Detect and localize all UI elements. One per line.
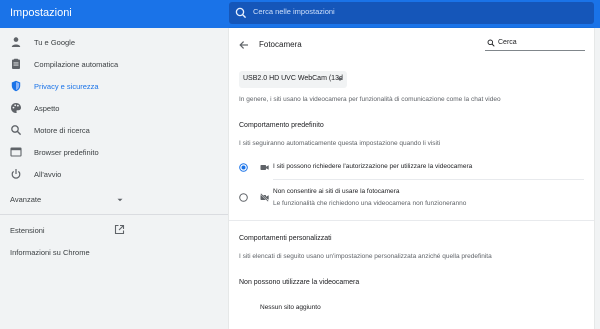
back-arrow-icon[interactable] (239, 40, 249, 50)
camera-intro-text: In genere, i siti usano la videocamera p… (239, 96, 501, 103)
custom-behaviors-description: I siti elencati di seguito usano un'impo… (239, 253, 492, 260)
radio-allow-selected[interactable] (239, 163, 248, 172)
sidebar-item-autofill[interactable]: Compilazione automatica (0, 54, 228, 76)
chevron-down-icon[interactable] (116, 196, 124, 204)
search-icon (487, 39, 495, 47)
option-block-label[interactable]: Non consentire ai siti di usare la fotoc… (273, 188, 399, 195)
app-title: Impostazioni (10, 7, 72, 19)
sidebar-item-default-browser[interactable]: Browser predefinito (0, 142, 228, 164)
power-icon (11, 169, 21, 179)
palette-icon (11, 103, 21, 113)
sidebar-item-label: Motore di ricerca (34, 126, 90, 135)
sidebar-item-you-and-google[interactable]: Tu e Google (0, 32, 228, 54)
default-behavior-heading: Comportamento predefinito (239, 122, 324, 129)
default-behavior-description: I siti seguiranno automaticamente questa… (239, 140, 441, 147)
sidebar-item-privacy[interactable]: Privacy e sicurezza (0, 76, 228, 98)
page-search-input[interactable]: Cerca (498, 39, 517, 46)
sidebar-item-label: Aspetto (34, 104, 60, 113)
sidebar-item-search-engine[interactable]: Motore di ricerca (0, 120, 228, 142)
camera-device-value: USB2.0 HD UVC WebCam (13d (243, 75, 343, 82)
sidebar-item-label: Browser predefinito (34, 148, 99, 157)
blocked-sites-empty-text: Nessun sito aggiunto (260, 304, 321, 311)
sidebar-advanced-toggle[interactable]: Avanzate (10, 195, 41, 204)
settings-search-input[interactable]: Cerca nelle impostazioni (253, 7, 335, 16)
top-bar: Impostazioni Cerca nelle impostazioni (0, 0, 600, 28)
chevron-down-icon (337, 77, 343, 81)
camera-settings-card: Fotocamera Cerca USB2.0 HD UVC WebCam (1… (229, 28, 594, 329)
sidebar-item-about-chrome[interactable]: Informazioni su Chrome (10, 248, 90, 257)
clipboard-icon (12, 58, 20, 69)
settings-search-box[interactable]: Cerca nelle impostazioni (229, 2, 594, 24)
section-divider (229, 220, 594, 221)
sidebar-item-extensions[interactable]: Estensioni (10, 226, 45, 235)
option-divider (273, 179, 584, 180)
page-title: Fotocamera (259, 40, 302, 49)
sidebar: Tu e Google Compilazione automatica Priv… (0, 28, 228, 329)
camera-device-select[interactable]: USB2.0 HD UVC WebCam (13d (239, 71, 347, 88)
videocam-off-icon (260, 193, 269, 202)
search-icon (11, 125, 22, 136)
sidebar-divider (0, 214, 228, 215)
page-search-underline (485, 50, 585, 51)
sidebar-item-label: Tu e Google (34, 38, 75, 47)
radio-block-unselected[interactable] (239, 193, 248, 202)
sidebar-item-label: Compilazione automatica (34, 60, 119, 69)
option-block-sublabel: Le funzionalità che richiedono una video… (273, 200, 467, 207)
videocam-icon (260, 165, 269, 170)
shield-icon (11, 80, 21, 92)
sidebar-item-appearance[interactable]: Aspetto (0, 98, 228, 120)
sidebar-item-on-startup[interactable]: All'avvio (0, 164, 228, 186)
sidebar-item-label: All'avvio (34, 170, 62, 179)
custom-behaviors-heading: Comportamenti personalizzati (239, 235, 332, 242)
person-icon (11, 37, 21, 47)
option-allow-label[interactable]: I siti possono richiedere l'autorizzazio… (273, 163, 472, 170)
browser-window-icon (10, 147, 22, 157)
search-icon (235, 7, 247, 19)
blocked-sites-heading: Non possono utilizzare la videocamera (239, 279, 360, 286)
open-in-new-icon[interactable] (114, 224, 125, 235)
sidebar-item-label: Privacy e sicurezza (34, 82, 99, 91)
